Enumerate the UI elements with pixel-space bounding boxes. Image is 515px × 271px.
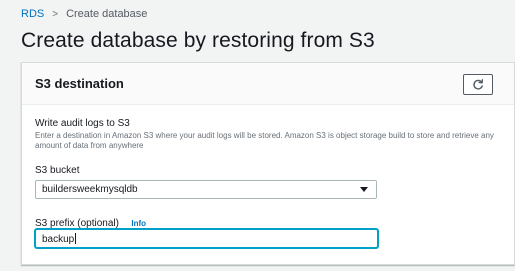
s3-prefix-value: backup — [42, 234, 75, 245]
s3-bucket-label: S3 bucket — [35, 165, 80, 176]
s3-prefix-label: S3 prefix (optional) — [35, 218, 119, 229]
breadcrumb-current: Create database — [66, 8, 148, 20]
caret-down-icon — [360, 187, 368, 192]
breadcrumb-rds-link[interactable]: RDS — [21, 8, 44, 20]
audit-logs-label: Write audit logs to S3 — [35, 118, 130, 129]
s3-bucket-field: S3 bucket — [35, 165, 79, 176]
info-link[interactable]: Info — [131, 219, 146, 228]
s3-bucket-select[interactable]: buildersweekmysqldb — [35, 180, 377, 199]
panel-header: S3 destination — [22, 63, 514, 105]
s3-bucket-selected-value: buildersweekmysqldb — [42, 184, 138, 195]
s3-destination-panel: S3 destination Write audit logs to S3 En… — [21, 62, 515, 265]
audit-logs-section: Write audit logs to S3 Enter a destinati… — [35, 118, 507, 151]
breadcrumb: RDS > Create database — [21, 8, 147, 20]
page-title: Create database by restoring from S3 — [21, 29, 375, 52]
panel-title: S3 destination — [35, 76, 124, 91]
audit-logs-description: Enter a destination in Amazon S3 where y… — [35, 131, 494, 150]
breadcrumb-separator-icon: > — [52, 8, 59, 20]
s3-prefix-input[interactable]: backup — [35, 229, 378, 248]
text-cursor — [75, 233, 77, 244]
refresh-button[interactable] — [463, 74, 493, 95]
refresh-icon — [473, 78, 484, 90]
